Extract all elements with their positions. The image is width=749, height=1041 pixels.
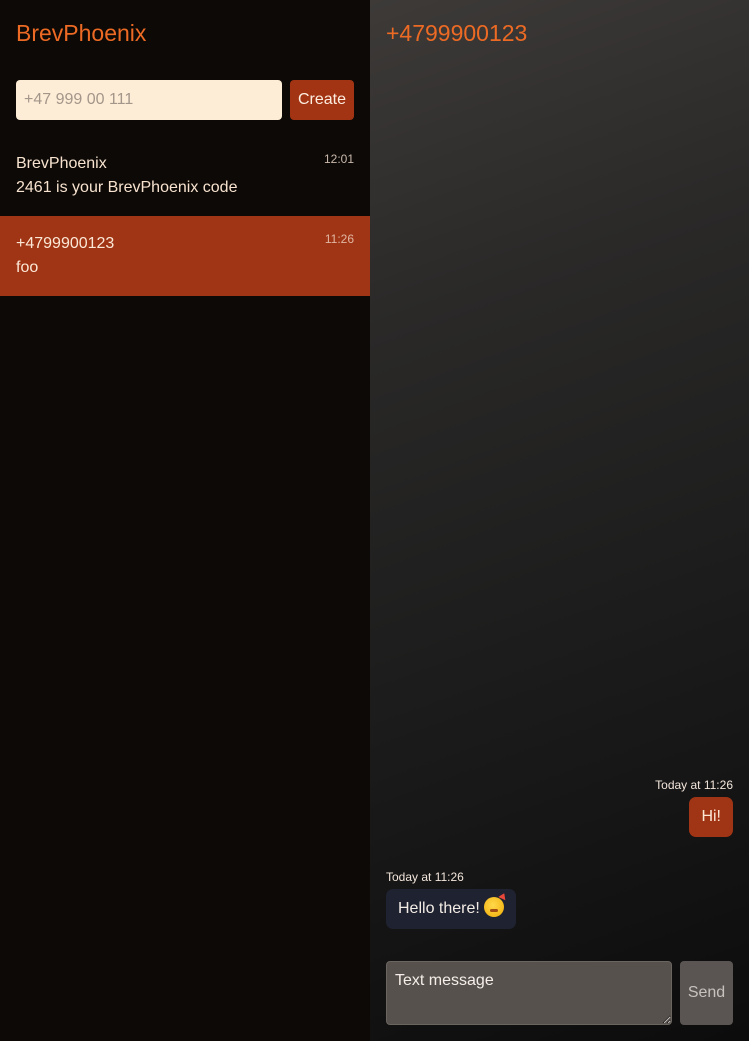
conversation-list: BrevPhoenix 2461 is your BrevPhoenix cod… [0, 136, 370, 296]
phone-number-input[interactable] [16, 80, 282, 120]
message-composer: Send [386, 961, 733, 1025]
message-timestamp: Today at 11:26 [655, 778, 733, 792]
conversation-item[interactable]: BrevPhoenix 2461 is your BrevPhoenix cod… [0, 136, 370, 216]
conversation-time: 11:26 [324, 232, 354, 246]
create-button[interactable]: Create [290, 80, 354, 120]
messaging-app: BrevPhoenix Create BrevPhoenix 2461 is y… [0, 0, 749, 1041]
chat-title: +4799900123 [386, 20, 528, 46]
outgoing-message-bubble: Hi! [689, 797, 733, 837]
face-with-party-horn-icon [483, 897, 504, 917]
chat-pane: +4799900123 Today at 11:26 Hi! Today at … [370, 0, 749, 1041]
send-button[interactable]: Send [680, 961, 733, 1025]
message-timestamp: Today at 11:26 [386, 870, 464, 884]
conversation-preview: 2461 is your BrevPhoenix code [16, 179, 238, 196]
message-text: Hi! [701, 808, 721, 825]
app-brand: BrevPhoenix [16, 20, 147, 46]
message-text: Hello there! [398, 900, 480, 917]
conversation-name: +4799900123 [16, 235, 115, 252]
conversation-name: BrevPhoenix [16, 155, 107, 172]
conversation-item-active[interactable]: +4799900123 foo 11:26 [0, 216, 370, 296]
sidebar: BrevPhoenix Create BrevPhoenix 2461 is y… [0, 0, 370, 1041]
new-conversation-row: Create [16, 80, 354, 120]
incoming-message-bubble: Hello there! [386, 889, 516, 929]
conversation-preview: foo [16, 259, 39, 276]
message-input[interactable] [386, 961, 672, 1025]
conversation-time: 12:01 [323, 152, 354, 166]
